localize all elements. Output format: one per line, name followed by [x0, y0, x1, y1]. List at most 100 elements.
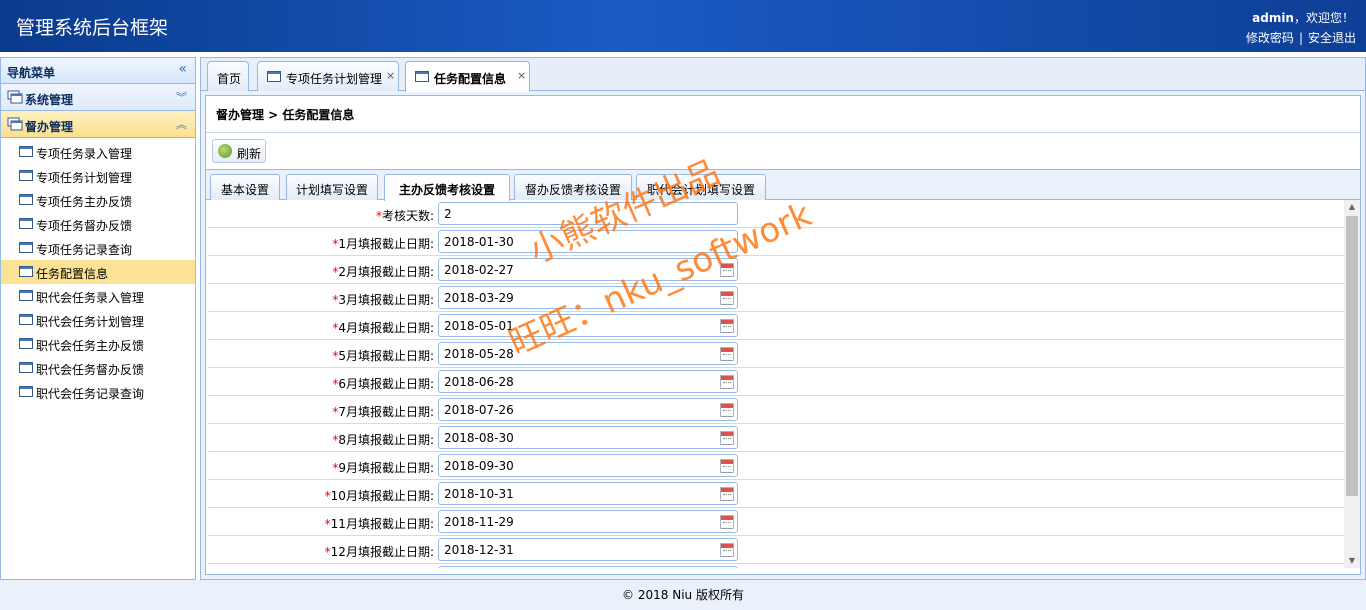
sidebar-menu: 专项任务录入管理 专项任务计划管理 专项任务主办反馈 专项任务督办反馈 专项任务… — [1, 138, 195, 404]
calendar-icon[interactable] — [720, 263, 734, 277]
window-icon — [19, 290, 33, 301]
form-row: *7月填报截止日期: 2018-07-26 — [208, 396, 1344, 424]
tab-task-config[interactable]: 任务配置信息 × — [405, 61, 530, 92]
form-row: *3月填报截止日期: 2018-03-29 — [208, 284, 1344, 312]
user-greeting: admin，欢迎您！ — [1252, 9, 1354, 26]
field-label-text: 7月填报截止日期: — [338, 405, 434, 419]
sidebar-item-congress-records[interactable]: 职代会任务记录查询 — [1, 380, 195, 404]
field-label: *3月填报截止日期: — [332, 291, 434, 308]
sidebar-item-special-entry[interactable]: 专项任务录入管理 — [1, 140, 195, 164]
tab-host-feedback-settings[interactable]: 主办反馈考核设置 — [384, 174, 510, 201]
date-input-jan[interactable]: 2018-01-30 — [438, 230, 738, 253]
form-row: *5月填报截止日期: 2018-05-28 — [208, 340, 1344, 368]
sidebar-item-label: 专项任务计划管理 — [36, 171, 133, 185]
refresh-button[interactable]: 刷新 — [212, 139, 266, 163]
form-row: *11月填报截止日期: 2018-11-29 — [208, 508, 1344, 536]
field-label: *10月填报截止日期: — [325, 487, 434, 504]
date-input-aug[interactable]: 2018-08-30 — [438, 426, 738, 449]
window-icon — [19, 362, 33, 373]
date-input-apr[interactable]: 2018-05-01 — [438, 314, 738, 337]
field-label-text: 11月填报截止日期: — [330, 517, 434, 531]
date-input-feb[interactable]: 2018-02-27 — [438, 258, 738, 281]
tab-plan-fill-settings[interactable]: 计划填写设置 — [286, 174, 378, 200]
sidebar-item-task-config[interactable]: 任务配置信息 — [1, 260, 195, 284]
date-input-jun[interactable]: 2018-06-28 — [438, 370, 738, 393]
calendar-icon[interactable] — [720, 347, 734, 361]
sidebar-group-system[interactable]: 系统管理 ︾ — [1, 84, 195, 111]
field-label: *1月填报截止日期: — [332, 235, 434, 252]
window-icon — [19, 338, 33, 349]
change-password-link[interactable]: 修改密码 — [1246, 31, 1294, 45]
field-label-text: 4月填报截止日期: — [338, 321, 434, 335]
vertical-scrollbar[interactable]: ▲ ▼ — [1344, 200, 1360, 568]
settings-form: *考核天数: 2 *1月填报截止日期: 2018-01-30 *2月填报截止日期… — [208, 200, 1344, 568]
calendar-icon[interactable] — [720, 543, 734, 557]
calendar-icon[interactable] — [720, 291, 734, 305]
field-value: 2018-07-26 — [444, 403, 514, 417]
close-icon[interactable]: × — [517, 69, 526, 82]
tab-label: 基本设置 — [220, 183, 269, 197]
field-label-text: 12月填报截止日期: — [330, 545, 434, 559]
sidebar-item-special-host-feedback[interactable]: 专项任务主办反馈 — [1, 188, 195, 212]
field-label-text: 8月填报截止日期: — [338, 433, 434, 447]
field-label-text: 考核天数: — [381, 209, 434, 223]
window-icon — [19, 386, 33, 397]
close-icon[interactable]: × — [386, 69, 395, 82]
partial-input[interactable] — [438, 566, 738, 568]
scroll-thumb[interactable] — [1346, 216, 1358, 496]
tab-congress-plan-settings[interactable]: 职代会计划填写设置 — [636, 174, 766, 200]
date-input-dec[interactable]: 2018-12-31 — [438, 538, 738, 561]
form-row: *4月填报截止日期: 2018-05-01 — [208, 312, 1344, 340]
field-value: 2018-02-27 — [444, 263, 514, 277]
tab-special-plan[interactable]: 专项任务计划管理 × — [257, 61, 399, 91]
field-label: *4月填报截止日期: — [332, 319, 434, 336]
sidebar-group-supervision[interactable]: 督办管理 ︽ — [1, 111, 195, 138]
field-value: 2018-05-28 — [444, 347, 514, 361]
date-input-sep[interactable]: 2018-09-30 — [438, 454, 738, 477]
tab-supervise-feedback-settings[interactable]: 督办反馈考核设置 — [514, 174, 632, 200]
sidebar-item-congress-plan[interactable]: 职代会任务计划管理 — [1, 308, 195, 332]
collapse-sidebar-icon[interactable]: « — [178, 61, 187, 77]
date-input-may[interactable]: 2018-05-28 — [438, 342, 738, 365]
sidebar-item-congress-entry[interactable]: 职代会任务录入管理 — [1, 284, 195, 308]
field-label-text: 6月填报截止日期: — [338, 377, 434, 391]
divider — [206, 132, 1360, 133]
calendar-icon[interactable] — [720, 375, 734, 389]
form-row: *8月填报截止日期: 2018-08-30 — [208, 424, 1344, 452]
calendar-icon[interactable] — [720, 431, 734, 445]
content-panel: 督办管理 > 任务配置信息 刷新 基本设置 计划填写设置 主办反馈考核设置 督办… — [205, 95, 1361, 575]
sidebar-header: 导航菜单 « — [1, 58, 195, 84]
tab-basic-settings[interactable]: 基本设置 — [210, 174, 280, 200]
form-row: *10月填报截止日期: 2018-10-31 — [208, 480, 1344, 508]
sidebar-item-label: 专项任务主办反馈 — [36, 195, 133, 209]
collapse-icon: ︽ — [176, 118, 187, 131]
calendar-icon[interactable] — [720, 487, 734, 501]
form-row — [208, 564, 1344, 568]
date-input-mar[interactable]: 2018-03-29 — [438, 286, 738, 309]
sidebar-item-congress-host-feedback[interactable]: 职代会任务主办反馈 — [1, 332, 195, 356]
date-input-jul[interactable]: 2018-07-26 — [438, 398, 738, 421]
date-input-oct[interactable]: 2018-10-31 — [438, 482, 738, 505]
window-icon — [19, 146, 33, 157]
field-value: 2 — [444, 207, 452, 221]
calendar-icon[interactable] — [720, 459, 734, 473]
sidebar-item-special-records[interactable]: 专项任务记录查询 — [1, 236, 195, 260]
calendar-icon[interactable] — [720, 319, 734, 333]
sidebar-item-special-plan[interactable]: 专项任务计划管理 — [1, 164, 195, 188]
expand-icon: ︾ — [176, 91, 187, 104]
calendar-icon[interactable] — [720, 403, 734, 417]
sidebar-item-congress-supervise-feedback[interactable]: 职代会任务督办反馈 — [1, 356, 195, 380]
field-label: *12月填报截止日期: — [325, 543, 434, 560]
tab-label: 计划填写设置 — [295, 183, 368, 197]
calendar-icon[interactable] — [720, 515, 734, 529]
logout-link[interactable]: 安全退出 — [1308, 31, 1356, 45]
sidebar-item-special-supervise-feedback[interactable]: 专项任务督办反馈 — [1, 212, 195, 236]
scroll-down-icon[interactable]: ▼ — [1344, 554, 1360, 568]
review-days-input[interactable]: 2 — [438, 202, 738, 225]
field-label-text: 10月填报截止日期: — [330, 489, 434, 503]
date-input-nov[interactable]: 2018-11-29 — [438, 510, 738, 533]
scroll-up-icon[interactable]: ▲ — [1344, 200, 1360, 214]
app-title: 管理系统后台框架 — [16, 17, 169, 39]
field-label-text: 3月填报截止日期: — [338, 293, 434, 307]
tab-home[interactable]: 首页 — [207, 61, 249, 91]
